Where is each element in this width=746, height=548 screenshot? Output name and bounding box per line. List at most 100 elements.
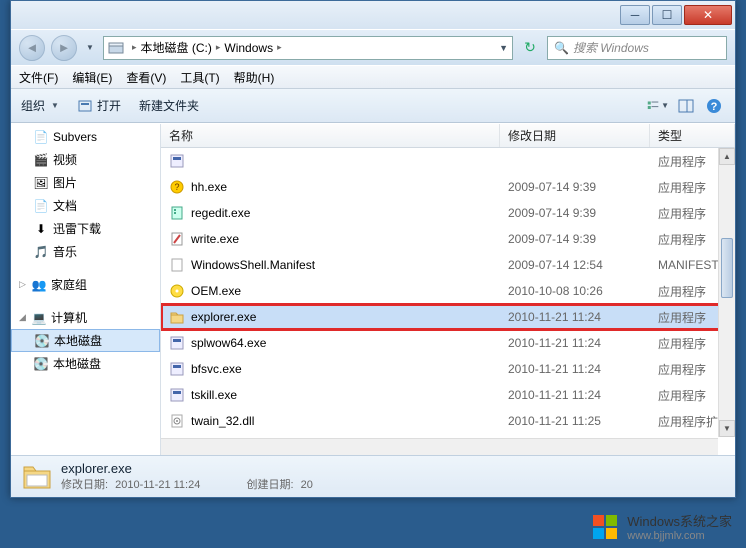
- sidebar-item-documents[interactable]: 📄文档: [11, 194, 160, 217]
- titlebar: ─ ☐ ✕: [11, 1, 735, 29]
- file-date: 2010-11-21 11:25: [500, 414, 650, 428]
- file-date: 2010-11-21 11:24: [500, 388, 650, 402]
- close-button[interactable]: ✕: [684, 5, 732, 25]
- drive-icon: 💽: [33, 356, 49, 372]
- column-headers: 名称 修改日期 类型: [161, 124, 735, 148]
- file-name: explorer.exe: [191, 310, 256, 324]
- menu-bar: 文件(F) 编辑(E) 查看(V) 工具(T) 帮助(H): [11, 65, 735, 89]
- file-name: bfsvc.exe: [191, 362, 242, 376]
- address-dropdown[interactable]: ▼: [499, 43, 508, 53]
- menu-view[interactable]: 查看(V): [126, 69, 166, 86]
- status-create-label: 创建日期:: [246, 479, 293, 491]
- forward-button[interactable]: ►: [51, 35, 77, 61]
- details-pane: explorer.exe 修改日期: 2010-11-21 11:24 创建日期…: [11, 455, 735, 497]
- sidebar-item-computer[interactable]: ◢💻计算机: [11, 306, 160, 329]
- body-area: 📄Subvers 🎬视频 🖼图片 📄文档 ⬇迅雷下载 🎵音乐 ▷👥家庭组 ◢💻计…: [11, 123, 735, 455]
- address-bar: ◄ ► ▼ ▸ 本地磁盘 (C:) ▸ Windows ▸ ▼ ↻ 🔍 搜索 W…: [11, 29, 735, 65]
- file-row[interactable]: explorer.exe2010-11-21 11:24应用程序: [161, 304, 735, 330]
- file-icon: [169, 257, 185, 273]
- doc-icon: 📄: [33, 198, 49, 214]
- search-icon: 🔍: [554, 41, 569, 55]
- history-dropdown[interactable]: ▼: [83, 35, 97, 61]
- file-name-cell: WindowsShell.Manifest: [161, 257, 500, 273]
- sidebar-item-music[interactable]: 🎵音乐: [11, 240, 160, 263]
- file-row[interactable]: bfsvc.exe2010-11-21 11:24应用程序: [161, 356, 735, 382]
- chevron-down-icon: ▼: [51, 101, 59, 110]
- file-row[interactable]: write.exe2009-07-14 9:39应用程序: [161, 226, 735, 252]
- doc-icon: 📄: [33, 129, 49, 145]
- status-text: explorer.exe 修改日期: 2010-11-21 11:24 创建日期…: [61, 461, 313, 492]
- scroll-down-button[interactable]: ▼: [719, 420, 735, 437]
- file-name-cell: OEM.exe: [161, 283, 500, 299]
- crumb-drive[interactable]: 本地磁盘 (C:): [141, 39, 212, 56]
- file-row[interactable]: twain_32.dll2010-11-21 11:25应用程序扩: [161, 408, 735, 434]
- preview-pane-button[interactable]: [675, 95, 697, 117]
- open-button[interactable]: 打开: [77, 97, 121, 114]
- file-row[interactable]: 应用程序: [161, 148, 735, 174]
- expand-icon[interactable]: ▷: [19, 279, 31, 290]
- watermark-url: www.bjjmlv.com: [627, 530, 732, 542]
- file-row[interactable]: ?hh.exe2009-07-14 9:39应用程序: [161, 174, 735, 200]
- file-date: 2009-07-14 9:39: [500, 206, 650, 220]
- file-name-cell: twain_32.dll: [161, 413, 500, 429]
- file-icon: [169, 309, 185, 325]
- menu-tools[interactable]: 工具(T): [180, 69, 219, 86]
- search-input[interactable]: 🔍 搜索 Windows: [547, 36, 727, 60]
- refresh-button[interactable]: ↻: [519, 37, 541, 59]
- navigation-pane[interactable]: 📄Subvers 🎬视频 🖼图片 📄文档 ⬇迅雷下载 🎵音乐 ▷👥家庭组 ◢💻计…: [11, 124, 161, 455]
- file-row[interactable]: OEM.exe2010-10-08 10:26应用程序: [161, 278, 735, 304]
- watermark: Windows系统之家 www.bjjmlv.com: [591, 511, 732, 542]
- menu-edit[interactable]: 编辑(E): [72, 69, 112, 86]
- explorer-window: ─ ☐ ✕ ◄ ► ▼ ▸ 本地磁盘 (C:) ▸ Windows ▸ ▼ ↻ …: [10, 0, 736, 498]
- horizontal-scrollbar[interactable]: [161, 438, 718, 455]
- chevron-right-icon: ▸: [277, 42, 282, 53]
- sidebar-item-localdisk-d[interactable]: 💽本地磁盘: [11, 352, 160, 375]
- collapse-icon[interactable]: ◢: [19, 312, 31, 323]
- vertical-scrollbar[interactable]: ▲ ▼: [718, 148, 735, 437]
- file-row[interactable]: tskill.exe2010-11-21 11:24应用程序: [161, 382, 735, 408]
- file-rows[interactable]: 应用程序?hh.exe2009-07-14 9:39应用程序regedit.ex…: [161, 148, 735, 455]
- file-row[interactable]: WindowsShell.Manifest2009-07-14 12:54MAN…: [161, 252, 735, 278]
- maximize-button[interactable]: ☐: [652, 5, 682, 25]
- file-date: 2010-11-21 11:24: [500, 336, 650, 350]
- sidebar-item-video[interactable]: 🎬视频: [11, 148, 160, 171]
- open-icon: [77, 98, 93, 114]
- sidebar-item-localdisk-c[interactable]: 💽本地磁盘: [11, 329, 160, 352]
- view-mode-button[interactable]: ▼: [647, 95, 669, 117]
- svg-text:?: ?: [174, 182, 179, 192]
- column-name[interactable]: 名称: [161, 124, 500, 147]
- new-folder-button[interactable]: 新建文件夹: [139, 97, 199, 114]
- scroll-up-button[interactable]: ▲: [719, 148, 735, 165]
- column-date[interactable]: 修改日期: [500, 124, 650, 147]
- toolbar: 组织▼ 打开 新建文件夹 ▼ ?: [11, 89, 735, 123]
- file-name-cell: [161, 153, 500, 169]
- watermark-brand: Windows系统之家: [627, 511, 732, 530]
- status-filename: explorer.exe: [61, 461, 313, 476]
- sidebar-item-pictures[interactable]: 🖼图片: [11, 171, 160, 194]
- download-icon: ⬇: [33, 221, 49, 237]
- minimize-button[interactable]: ─: [620, 5, 650, 25]
- file-name: splwow64.exe: [191, 336, 266, 350]
- column-type[interactable]: 类型: [650, 124, 735, 147]
- status-date-label: 修改日期:: [61, 479, 108, 491]
- search-placeholder: 搜索 Windows: [573, 39, 649, 56]
- file-name-cell: explorer.exe: [161, 309, 500, 325]
- sidebar-item-subversion[interactable]: 📄Subvers: [11, 126, 160, 148]
- file-name-cell: splwow64.exe: [161, 335, 500, 351]
- file-name: write.exe: [191, 232, 239, 246]
- file-row[interactable]: regedit.exe2009-07-14 9:39应用程序: [161, 200, 735, 226]
- sidebar-item-homegroup[interactable]: ▷👥家庭组: [11, 273, 160, 296]
- crumb-folder[interactable]: Windows: [224, 41, 273, 55]
- back-button[interactable]: ◄: [19, 35, 45, 61]
- breadcrumb[interactable]: ▸ 本地磁盘 (C:) ▸ Windows ▸ ▼: [103, 36, 513, 60]
- scroll-thumb[interactable]: [721, 238, 733, 298]
- file-date: 2010-11-21 11:24: [500, 362, 650, 376]
- file-name-cell: regedit.exe: [161, 205, 500, 221]
- help-button[interactable]: ?: [703, 95, 725, 117]
- organize-button[interactable]: 组织▼: [21, 97, 59, 114]
- file-row[interactable]: splwow64.exe2010-11-21 11:24应用程序: [161, 330, 735, 356]
- menu-file[interactable]: 文件(F): [19, 69, 58, 86]
- sidebar-item-downloads[interactable]: ⬇迅雷下载: [11, 217, 160, 240]
- windows-logo-icon: [591, 513, 619, 541]
- menu-help[interactable]: 帮助(H): [234, 69, 275, 86]
